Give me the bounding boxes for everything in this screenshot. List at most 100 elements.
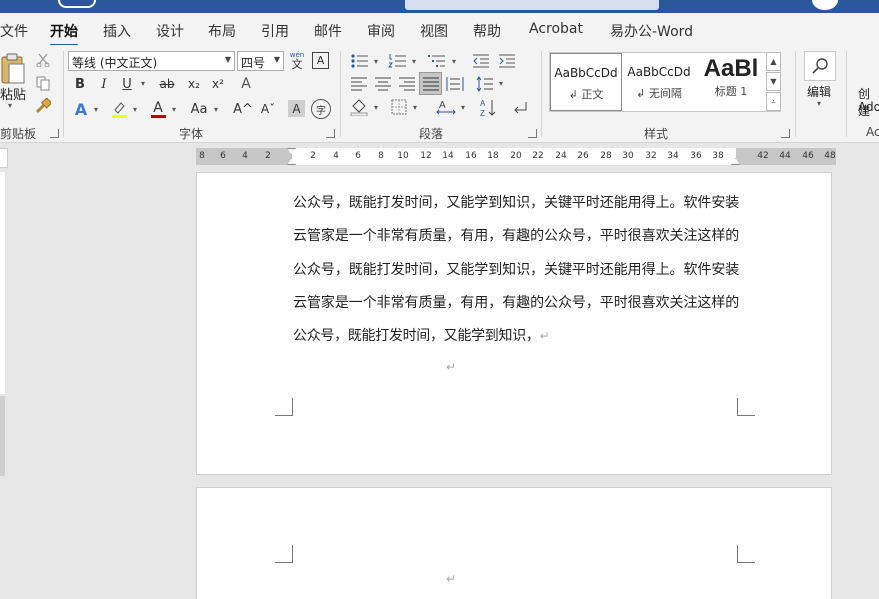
align-center-button[interactable] (373, 74, 393, 94)
tab-file[interactable]: 文件 (0, 21, 28, 41)
paintbrush-icon (35, 98, 51, 114)
style-sample: AaBbCcDd (554, 66, 618, 80)
chevron-down-icon[interactable]: ▾ (413, 103, 417, 112)
tab-design[interactable]: 设计 (156, 21, 184, 41)
create-pdf-label-2[interactable]: Ado (858, 100, 879, 114)
font-launcher-icon[interactable] (326, 129, 335, 138)
character-border-button[interactable]: A (312, 52, 329, 69)
tab-references[interactable]: 引用 (261, 21, 289, 41)
navigation-pane-scroll[interactable] (0, 396, 5, 476)
tab-view[interactable]: 视图 (420, 21, 448, 41)
distributed-button[interactable] (445, 74, 465, 94)
format-painter-button[interactable] (34, 97, 52, 115)
paste-dropdown-icon[interactable]: ▾ (8, 101, 12, 110)
tab-help[interactable]: 帮助 (473, 21, 501, 41)
font-name-combo[interactable]: 等线 (中文正文) ▼ (68, 51, 235, 71)
search-box[interactable] (405, 0, 659, 10)
navigation-pane-edge[interactable] (0, 148, 8, 168)
tab-review[interactable]: 审阅 (367, 21, 395, 41)
document-body[interactable]: 公众号，既能打发时间，又能学到知识，关键平时还能用得上。软件安装云管家是一个非常… (293, 187, 739, 353)
ruler-number: 30 (622, 151, 634, 161)
ruler-number: 10 (397, 151, 409, 161)
style-name: ↲ 正文 (568, 88, 604, 101)
italic-button[interactable]: I (96, 74, 112, 94)
highlight-button[interactable] (110, 98, 128, 120)
horizontal-ruler[interactable]: 8 6 4 2 2 4 6 8 10 12 14 16 18 20 22 24 … (196, 148, 836, 165)
superscript-button[interactable]: x² (208, 74, 228, 94)
gallery-more-button[interactable]: ⩡ (766, 92, 781, 111)
align-right-button[interactable] (397, 74, 417, 94)
tab-home[interactable]: 开始 (50, 21, 78, 47)
chevron-down-icon[interactable]: ▾ (412, 57, 416, 66)
text-effects-button[interactable]: A (72, 98, 90, 120)
tab-insert[interactable]: 插入 (103, 21, 131, 41)
show-marks-button[interactable] (510, 97, 530, 119)
numbering-button[interactable] (387, 51, 409, 71)
tab-acrobat[interactable]: Acrobat (529, 21, 583, 37)
multilevel-list-button[interactable] (426, 51, 448, 71)
document-page[interactable]: 公众号，既能打发时间，又能学到知识，关键平时还能用得上。软件安装云管家是一个非常… (196, 172, 832, 475)
tab-mailings[interactable]: 邮件 (314, 21, 342, 41)
underline-button[interactable]: U (119, 74, 135, 94)
copy-button[interactable] (34, 74, 52, 92)
gallery-scroll-down-button[interactable]: ▼ (766, 72, 781, 91)
chevron-down-icon: ▼ (273, 55, 280, 64)
gallery-scroll-up-button[interactable]: ▲ (766, 52, 781, 71)
grow-font-button[interactable]: A^ (233, 98, 253, 120)
avatar[interactable] (812, 0, 838, 10)
chevron-down-icon[interactable]: ▾ (452, 57, 456, 66)
chevron-down-icon[interactable]: ▾ (141, 79, 145, 88)
chevron-down-icon[interactable]: ▾ (214, 105, 218, 114)
subscript-button[interactable]: x₂ (184, 74, 204, 94)
change-case-button[interactable]: Aa (188, 98, 210, 120)
cut-button[interactable] (34, 51, 52, 69)
ruler-number: 4 (333, 151, 339, 161)
bullets-button[interactable] (349, 51, 371, 71)
increase-indent-button[interactable] (497, 51, 517, 71)
chevron-down-icon[interactable]: ▾ (172, 105, 176, 114)
font-color-button[interactable]: A (149, 98, 167, 120)
chevron-down-icon[interactable]: ▾ (499, 79, 503, 88)
styles-launcher-icon[interactable] (781, 129, 790, 138)
editing-button[interactable] (804, 51, 836, 81)
font-size-combo[interactable]: 四号 ▼ (237, 51, 284, 71)
style-sample: AaBl (703, 55, 759, 82)
style-no-spacing[interactable]: AaBbCcDd ↲ 无间隔 (623, 53, 695, 111)
autosave-toggle[interactable] (58, 0, 96, 8)
clear-formatting-button[interactable]: A (237, 74, 255, 94)
chevron-down-icon[interactable]: ▾ (374, 57, 378, 66)
chevron-down-icon[interactable]: ▾ (817, 99, 821, 108)
divider (795, 51, 796, 137)
sort-button[interactable]: AZ (478, 97, 498, 119)
enclose-characters-button[interactable]: 字 (311, 99, 331, 119)
borders-button[interactable] (389, 97, 409, 117)
justify-button[interactable] (419, 72, 442, 95)
document-page[interactable]: ↵ (196, 487, 832, 599)
text-direction-button[interactable]: A (435, 97, 457, 117)
style-normal[interactable]: AaBbCcDd ↲ 正文 (550, 53, 622, 111)
line-spacing-button[interactable] (475, 74, 495, 94)
decrease-indent-button[interactable] (471, 51, 491, 71)
align-center-icon (375, 77, 391, 91)
ruler-number: 14 (442, 151, 454, 161)
chevron-down-icon[interactable]: ▾ (374, 103, 378, 112)
strikethrough-button[interactable]: ab (156, 74, 178, 94)
tab-yibangong-word[interactable]: 易办公-Word (610, 21, 693, 41)
paragraph-launcher-icon[interactable] (528, 129, 537, 138)
bold-button[interactable]: B (72, 74, 88, 94)
paste-button[interactable] (0, 51, 26, 87)
shading-button[interactable] (349, 97, 369, 117)
chevron-down-icon[interactable]: ▾ (94, 105, 98, 114)
chevron-down-icon[interactable]: ▾ (133, 105, 137, 114)
character-shading-button[interactable]: A (288, 100, 305, 117)
clipboard-launcher-icon[interactable] (50, 129, 59, 138)
chevron-down-icon[interactable]: ▾ (461, 103, 465, 112)
acrobat-group-label: Ac (866, 125, 879, 139)
margin-corner-mark (275, 545, 293, 563)
style-name: ↲ 无间隔 (636, 87, 682, 100)
style-heading-1[interactable]: AaBl 标题 1 (696, 53, 766, 111)
shrink-font-button[interactable]: Aˇ (258, 98, 278, 120)
phonetic-guide-button[interactable]: wén 文 (288, 49, 306, 71)
align-left-button[interactable] (349, 74, 369, 94)
tab-layout[interactable]: 布局 (208, 21, 236, 41)
